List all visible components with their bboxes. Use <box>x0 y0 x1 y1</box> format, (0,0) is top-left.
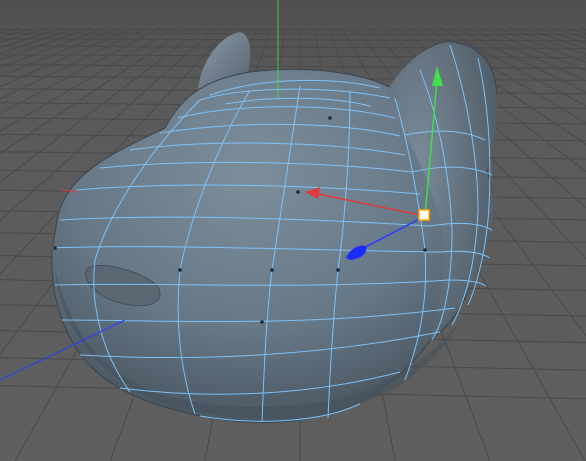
viewport-canvas[interactable] <box>0 0 586 461</box>
gizmo-center-handle[interactable] <box>418 209 430 221</box>
3d-viewport[interactable] <box>0 0 586 461</box>
grid-line <box>0 29 586 31</box>
